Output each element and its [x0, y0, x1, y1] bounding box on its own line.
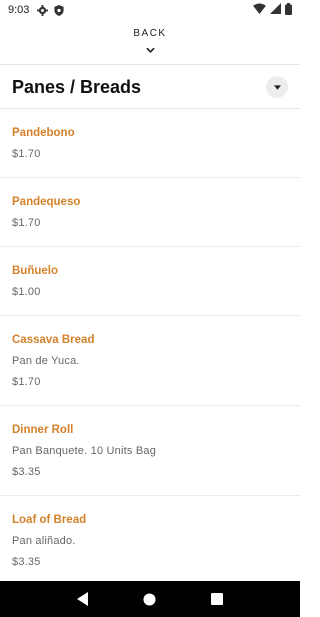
home-circle-icon[interactable] — [138, 587, 162, 611]
category-title: Panes / Breads — [12, 76, 142, 97]
back-label: BACK — [133, 28, 167, 39]
status-time: 9:03 — [8, 4, 30, 16]
gear-icon — [37, 4, 49, 16]
status-bar: 9:03 — [0, 0, 300, 20]
item-description: Pan aliñado. — [12, 535, 76, 547]
back-button[interactable]: BACK — [0, 28, 300, 58]
wifi-icon — [253, 3, 266, 17]
list-item[interactable]: Cassava Bread Pan de Yuca. $1.70 — [0, 316, 300, 406]
list-item[interactable]: Pandequeso $1.70 — [0, 178, 300, 247]
system-navigation-bar — [0, 581, 300, 617]
item-name: Buñuelo — [12, 265, 58, 277]
item-name: Loaf of Bread — [12, 514, 87, 526]
item-price: $1.70 — [12, 217, 41, 229]
item-price: $3.35 — [12, 466, 41, 478]
recents-square-icon[interactable] — [205, 587, 229, 611]
item-name: Pandequeso — [12, 196, 81, 208]
item-description: Pan de Yuca. — [12, 355, 80, 367]
back-triangle-icon[interactable] — [71, 587, 95, 611]
caret-down-icon — [273, 84, 281, 90]
category-header: Panes / Breads — [0, 66, 300, 108]
list-item[interactable]: Dinner Roll Pan Banquete. 10 Units Bag $… — [0, 406, 300, 496]
item-price: $1.70 — [12, 376, 41, 388]
header-divider — [0, 64, 300, 65]
battery-icon — [285, 2, 292, 18]
item-price: $1.70 — [12, 148, 41, 160]
list-item[interactable]: Pandebono $1.70 — [0, 109, 300, 178]
item-name: Cassava Bread — [12, 334, 95, 346]
product-list[interactable]: Pandebono $1.70 Pandequeso $1.70 Buñuelo… — [0, 109, 300, 581]
item-price: $3.35 — [12, 556, 41, 568]
item-name: Pandebono — [12, 127, 75, 139]
item-description: Pan Banquete. 10 Units Bag — [12, 445, 157, 457]
item-price: $1.00 — [12, 286, 41, 298]
list-item[interactable]: Buñuelo $1.00 — [0, 247, 300, 316]
list-item[interactable]: Loaf of Bread Pan aliñado. $3.35 — [0, 496, 300, 581]
item-name: Dinner Roll — [12, 424, 74, 436]
signal-icon — [270, 3, 281, 17]
shield-icon — [54, 4, 65, 16]
chevron-down-icon — [145, 40, 155, 58]
category-dropdown-button[interactable] — [266, 76, 288, 98]
